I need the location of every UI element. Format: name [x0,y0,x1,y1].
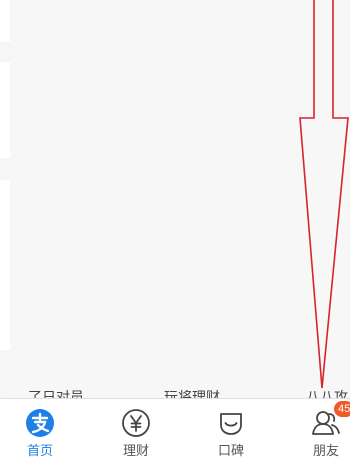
bottom-tab-bar: 首页 理财 口碑 朋友 45 [0,398,350,461]
tab-wealth-label: 理财 [122,443,149,458]
cut-label: 八八攻 [306,389,348,398]
left-edge-panel [0,180,10,350]
partially-visible-labels: 了日对员 玩将理财 八八攻 [0,380,350,398]
cut-label: 玩将理财 [164,389,220,398]
left-edge-panel [0,0,10,42]
tab-friends[interactable]: 朋友 45 [286,399,350,461]
tab-koubei[interactable]: 口碑 [191,399,271,461]
home-content-area: 了日对员 玩将理财 八八攻 [0,0,350,398]
notification-badge: 45 [334,401,350,417]
tab-koubei-label: 口碑 [217,443,244,458]
tab-wealth[interactable]: 理财 [96,399,176,461]
cut-label: 了日对员 [28,389,84,398]
yen-coin-icon [122,409,150,437]
alipay-logo-icon [26,409,54,437]
koubei-cup-icon [220,413,242,435]
tab-friends-label: 朋友 [312,443,339,458]
content-card [10,0,350,398]
left-edge-panel [0,62,10,158]
tab-home-label: 首页 [26,443,53,458]
tab-home[interactable]: 首页 [0,399,80,461]
